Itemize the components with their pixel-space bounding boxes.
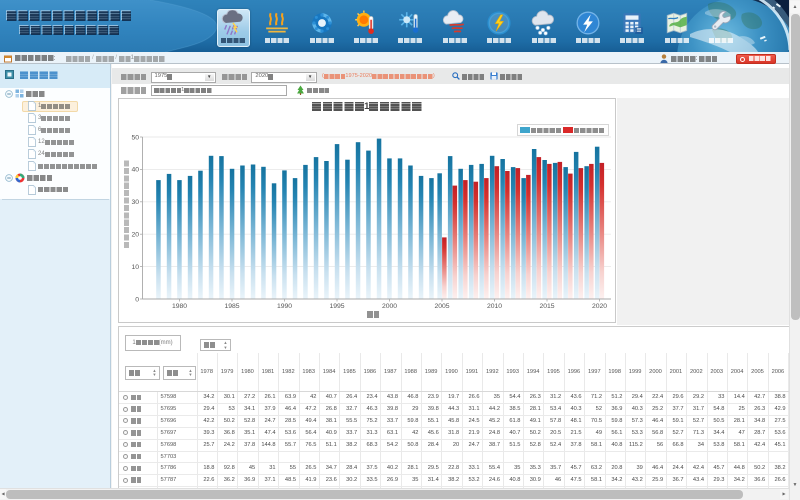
- svg-text:2015: 2015: [539, 303, 554, 310]
- svg-text:0: 0: [135, 296, 139, 303]
- svg-text:1985: 1985: [224, 303, 239, 310]
- svg-text:1995: 1995: [329, 303, 344, 310]
- svg-text:2005: 2005: [434, 303, 449, 310]
- svg-text:1990: 1990: [276, 303, 291, 310]
- svg-text:50: 50: [131, 134, 139, 141]
- svg-text:2020: 2020: [591, 303, 606, 310]
- svg-text:40: 40: [131, 167, 139, 174]
- svg-text:30: 30: [131, 199, 139, 206]
- svg-text:2000: 2000: [381, 303, 396, 310]
- svg-text:20: 20: [131, 232, 139, 239]
- svg-text:10: 10: [131, 264, 139, 271]
- svg-text:1980: 1980: [171, 303, 186, 310]
- svg-text:2010: 2010: [486, 303, 501, 310]
